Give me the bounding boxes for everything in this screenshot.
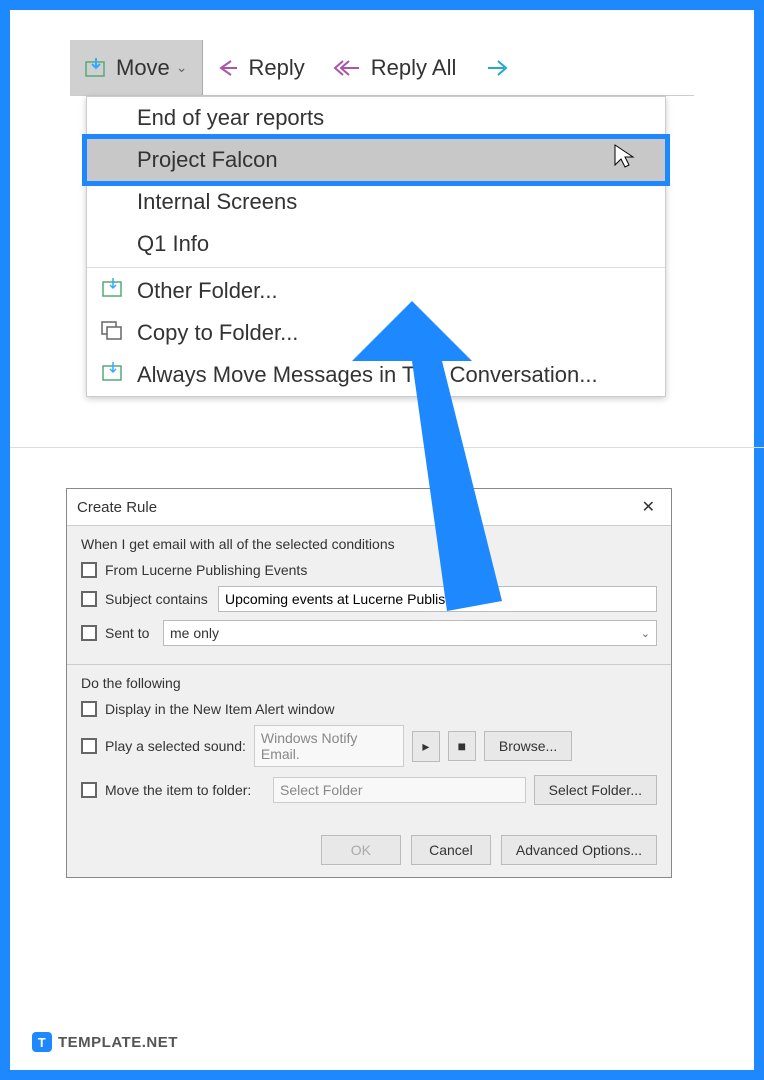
tutorial-frame: Move ⌄ Reply Reply All End of year repor… [0,0,764,1080]
menu-separator [87,267,665,268]
move-item-label: Move the item to folder: [105,782,265,798]
move-button[interactable]: Move ⌄ [70,40,203,95]
select-folder-button[interactable]: Select Folder... [534,775,657,805]
menu-item-label: Other Folder... [137,278,278,303]
reply-button[interactable]: Reply [203,40,319,95]
display-alert-checkbox[interactable] [81,701,97,717]
dialog-footer: OK Cancel Advanced Options... [67,823,671,877]
menu-item-copy-to-folder[interactable]: Copy to Folder... [87,312,665,354]
dialog-conditions-section: When I get email with all of the selecte… [67,526,671,665]
play-sound-label: Play a selected sound: [105,738,246,754]
stop-sound-button[interactable]: ■ [448,731,476,761]
sentto-value: me only [170,625,219,641]
menu-item-folder[interactable]: End of year reports [87,97,665,139]
brand-logo-icon: T [32,1032,52,1052]
chevron-down-icon: ⌄ [641,627,650,640]
play-sound-checkbox[interactable] [81,738,97,754]
copy-folder-icon [101,320,125,348]
toolbar: Move ⌄ Reply Reply All [70,40,694,96]
action-sound-row: Play a selected sound: Windows Notify Em… [81,725,657,767]
menu-item-label: Internal Screens [137,189,297,214]
folder-move-icon [101,362,125,390]
condition-subject-row: Subject contains [81,586,657,612]
dialog-titlebar: Create Rule ✕ [67,489,671,526]
section-label: When I get email with all of the selecte… [81,536,657,552]
brand-footer: T TEMPLATE.NET [32,1032,178,1052]
cursor-icon [613,143,635,177]
reply-all-label: Reply All [371,55,457,81]
action-move-row: Move the item to folder: Select Folder S… [81,775,657,805]
brand-text: TEMPLATE.NET [58,1034,178,1051]
section-divider [10,447,764,448]
subject-input[interactable] [218,586,657,612]
menu-item-always-move[interactable]: Always Move Messages in This Conversatio… [87,354,665,396]
menu-item-folder-highlighted[interactable]: Project Falcon [87,139,665,181]
move-item-checkbox[interactable] [81,782,97,798]
section-label: Do the following [81,675,657,691]
browse-button[interactable]: Browse... [484,731,572,761]
dialog-title-text: Create Rule [77,499,157,516]
from-label: From Lucerne Publishing Events [105,562,307,578]
move-dropdown-menu: End of year reports Project Falcon Inter… [86,96,666,397]
sentto-select[interactable]: me only ⌄ [163,620,657,646]
cancel-button[interactable]: Cancel [411,835,491,865]
menu-item-label: Copy to Folder... [137,320,298,345]
advanced-options-button[interactable]: Advanced Options... [501,835,657,865]
sentto-checkbox[interactable] [81,625,97,641]
subject-checkbox[interactable] [81,591,97,607]
target-folder-display: Select Folder [273,777,526,803]
reply-all-icon [333,57,363,79]
reply-icon [217,57,241,79]
move-folder-icon [84,56,108,80]
menu-item-label: Q1 Info [137,231,209,256]
forward-button[interactable] [470,40,530,95]
folder-move-icon [101,278,125,306]
sound-file-display: Windows Notify Email. [254,725,404,767]
action-display-row: Display in the New Item Alert window [81,701,657,717]
move-label: Move [116,55,170,81]
condition-sentto-row: Sent to me only ⌄ [81,620,657,646]
forward-icon [484,57,508,79]
menu-item-label: End of year reports [137,105,324,130]
menu-item-label: Project Falcon [137,147,278,172]
subject-label: Subject contains [105,591,210,607]
menu-item-folder[interactable]: Q1 Info [87,223,665,265]
menu-item-other-folder[interactable]: Other Folder... [87,270,665,312]
display-alert-label: Display in the New Item Alert window [105,701,335,717]
menu-item-label: Always Move Messages in This Conversatio… [137,362,598,387]
dialog-actions-section: Do the following Display in the New Item… [67,665,671,823]
create-rule-dialog: Create Rule ✕ When I get email with all … [66,488,672,878]
from-checkbox[interactable] [81,562,97,578]
ok-button[interactable]: OK [321,835,401,865]
sentto-label: Sent to [105,625,155,641]
play-sound-button[interactable]: ▸ [412,731,440,762]
chevron-down-icon: ⌄ [176,59,188,76]
close-button[interactable]: ✕ [636,495,661,519]
reply-all-button[interactable]: Reply All [319,40,471,95]
reply-label: Reply [249,55,305,81]
menu-item-folder[interactable]: Internal Screens [87,181,665,223]
condition-from-row: From Lucerne Publishing Events [81,562,657,578]
